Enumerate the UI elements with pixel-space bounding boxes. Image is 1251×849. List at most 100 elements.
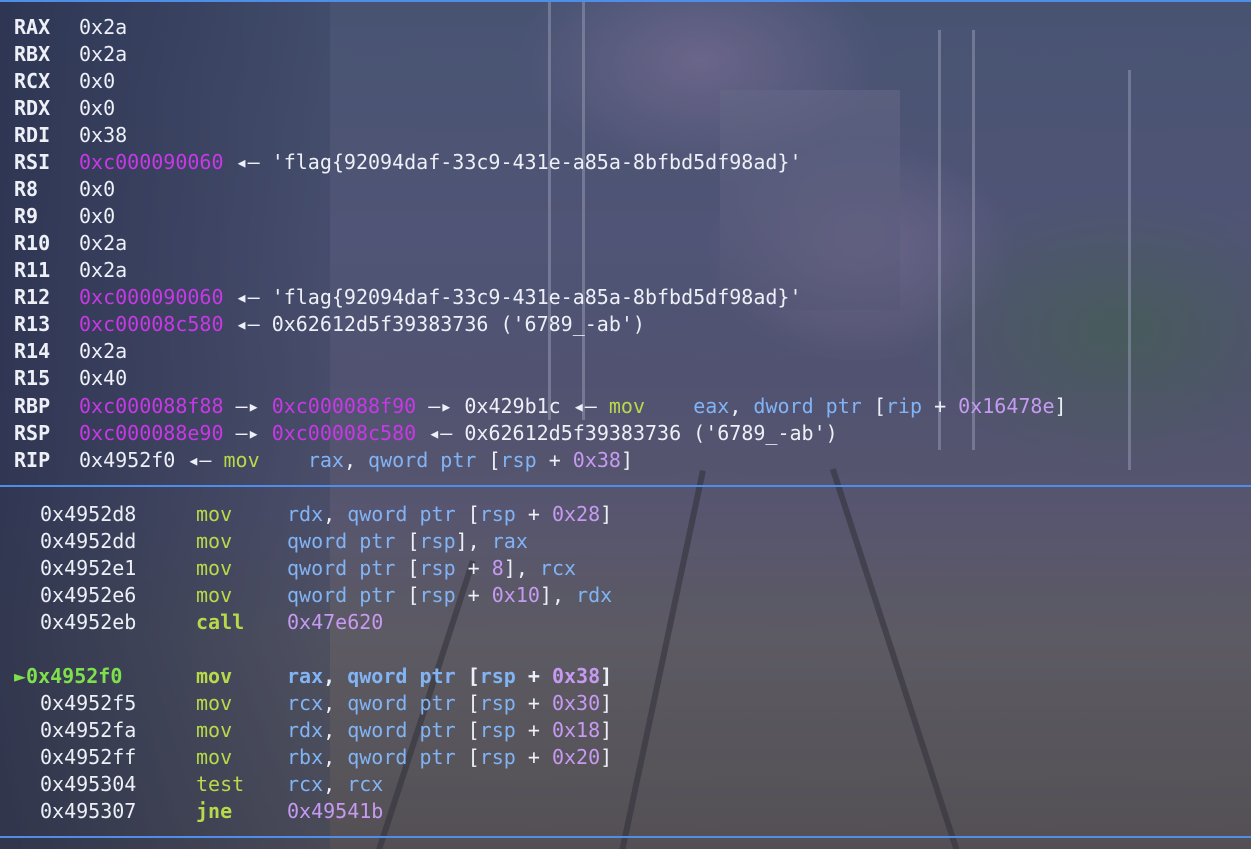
code-address[interactable]: 0x495307 (40, 799, 136, 823)
operand-register: rcx (539, 556, 577, 580)
instruction-mnemonic: mov (196, 717, 232, 744)
register-row: R12 (14, 284, 50, 311)
code-address[interactable]: 0x429b1c (464, 394, 560, 418)
operand-register: rsp (479, 745, 516, 769)
instruction-mnemonic: mov (196, 744, 232, 771)
code-address[interactable]: 0x495304 (40, 772, 136, 796)
mnemonic: mov (196, 529, 233, 553)
instruction-address[interactable]: 0x4952d8 (40, 501, 136, 528)
instruction-address[interactable]: 0x4952dd (40, 528, 136, 555)
operator: + (548, 448, 561, 472)
code-address[interactable]: 0x4952e6 (40, 583, 136, 607)
register-value-row: 0x2a (79, 14, 127, 41)
register-value[interactable]: 0x2a (79, 258, 127, 282)
mnemonic: mov (196, 691, 233, 715)
operand-ptr: ptr (440, 448, 477, 472)
pointer-value[interactable]: 0xc000088f90 (272, 394, 417, 418)
operand-register: rsp (419, 529, 456, 553)
operand-ptr: ptr (359, 529, 396, 553)
code-address[interactable]: 0x4952e1 (40, 556, 136, 580)
register-value-row: 0x40 (79, 365, 127, 392)
code-address[interactable]: 0x4952ff (40, 745, 136, 769)
register-value[interactable]: 0x40 (79, 366, 127, 390)
register-value[interactable]: 0xc000090060 (79, 150, 224, 174)
operand-ptr: ptr (419, 745, 456, 769)
operand-ptr: ptr (825, 394, 862, 418)
register-value[interactable]: 0x0 (79, 96, 115, 120)
instruction-address[interactable]: 0x4952eb (40, 609, 136, 636)
terminal[interactable]: RAX 0x2a RBX 0x2a RCX 0x0 RDX 0x0 RDI 0x38 RSI 0xc0… (0, 0, 1251, 849)
register-value[interactable]: 0x0 (79, 69, 115, 93)
register-row: RDX (14, 95, 50, 122)
register-value[interactable]: 0xc000090060 (79, 285, 224, 309)
register-row: R13 (14, 311, 50, 338)
branch-target[interactable]: 0x49541b (287, 799, 383, 823)
operator: + (467, 556, 480, 580)
operand-register: rsp (479, 718, 516, 742)
register-value[interactable]: 0x2a (79, 339, 127, 363)
register-value[interactable]: 0x2a (79, 231, 127, 255)
instruction-address[interactable]: 0x4952f5 (40, 690, 136, 717)
operator: + (527, 502, 540, 526)
code-address[interactable]: 0x4952eb (40, 610, 136, 634)
register-value[interactable]: 0x38 (79, 123, 127, 147)
rip-value: 0x4952f0 ◂— mov rax, qword ptr [rsp + 0x… (79, 448, 633, 472)
register-value[interactable]: 0x0 (79, 177, 115, 201)
mnemonic: mov (196, 664, 233, 688)
operand-register: eax (693, 394, 730, 418)
pointer-value[interactable]: 0xc000088e90 (79, 421, 224, 445)
register-value[interactable]: 0x2a (79, 15, 127, 39)
instruction-address[interactable]: 0x4952ff (40, 744, 136, 771)
operand-register: rcx (287, 691, 324, 715)
branch-target[interactable]: 0x47e620 (287, 610, 383, 634)
instruction-address[interactable]: 0x495304 (40, 771, 136, 798)
section-divider (0, 485, 1251, 487)
register-value-row: 0x2a (79, 338, 127, 365)
pointer-value[interactable]: 0xc00008c580 (272, 421, 417, 445)
code-address[interactable]: 0x4952dd (40, 529, 136, 553)
instruction-address[interactable]: 0x4952e1 (40, 555, 136, 582)
register-name: RIP (14, 448, 51, 472)
instruction-operands: qword ptr [rsp + 8], rcx (287, 556, 577, 580)
instruction-address[interactable]: 0x495307 (40, 798, 136, 825)
instruction-mnemonic: mov (196, 663, 232, 690)
operand-ptr: ptr (419, 502, 456, 526)
code-address[interactable]: 0x4952f0 (79, 448, 175, 472)
deref-arrow: ◂— (428, 421, 453, 445)
register-value[interactable]: 0x0 (79, 204, 115, 228)
register-rbp: RBP (14, 393, 50, 420)
displacement: 0x16478e (958, 394, 1055, 418)
register-name: RDI (14, 123, 51, 147)
register-row: R15 (14, 365, 50, 392)
mnemonic: mov (196, 745, 233, 769)
bottom-divider (0, 836, 1251, 838)
register-value[interactable]: 0xc00008c580 (79, 312, 224, 336)
current-instruction-address[interactable]: ►0x4952f0 (14, 663, 122, 690)
operand-size: qword (347, 691, 408, 715)
code-address[interactable]: 0x4952fa (40, 718, 136, 742)
displacement: 0x28 (551, 502, 601, 526)
operand-size: qword (368, 448, 429, 472)
code-address[interactable]: 0x4952f5 (40, 691, 136, 715)
mnemonic: mov (223, 448, 260, 472)
instruction-mnemonic: mov (196, 528, 232, 555)
deref-arrow: —▸ (235, 394, 260, 418)
operand-register: rsp (479, 691, 516, 715)
register-name: RDX (14, 96, 51, 120)
instruction-mnemonic: call (196, 609, 244, 636)
instruction-address[interactable]: 0x4952fa (40, 717, 136, 744)
mnemonic: mov (608, 394, 646, 418)
pointer-value[interactable]: 0xc000088f88 (79, 394, 224, 418)
code-address[interactable]: 0x4952f0 (26, 664, 122, 688)
register-value-row: 0x0 (79, 203, 115, 230)
register-rsp: RSP (14, 420, 50, 447)
operand-register: rsp (500, 448, 537, 472)
deref-arrow: ◂— (235, 285, 260, 309)
register-name: R8 (14, 177, 39, 201)
register-row: RDI (14, 122, 50, 149)
register-value[interactable]: 0x2a (79, 42, 127, 66)
mnemonic: call (196, 610, 245, 634)
code-address[interactable]: 0x4952d8 (40, 502, 136, 526)
instruction-address[interactable]: 0x4952e6 (40, 582, 136, 609)
register-row: R14 (14, 338, 50, 365)
